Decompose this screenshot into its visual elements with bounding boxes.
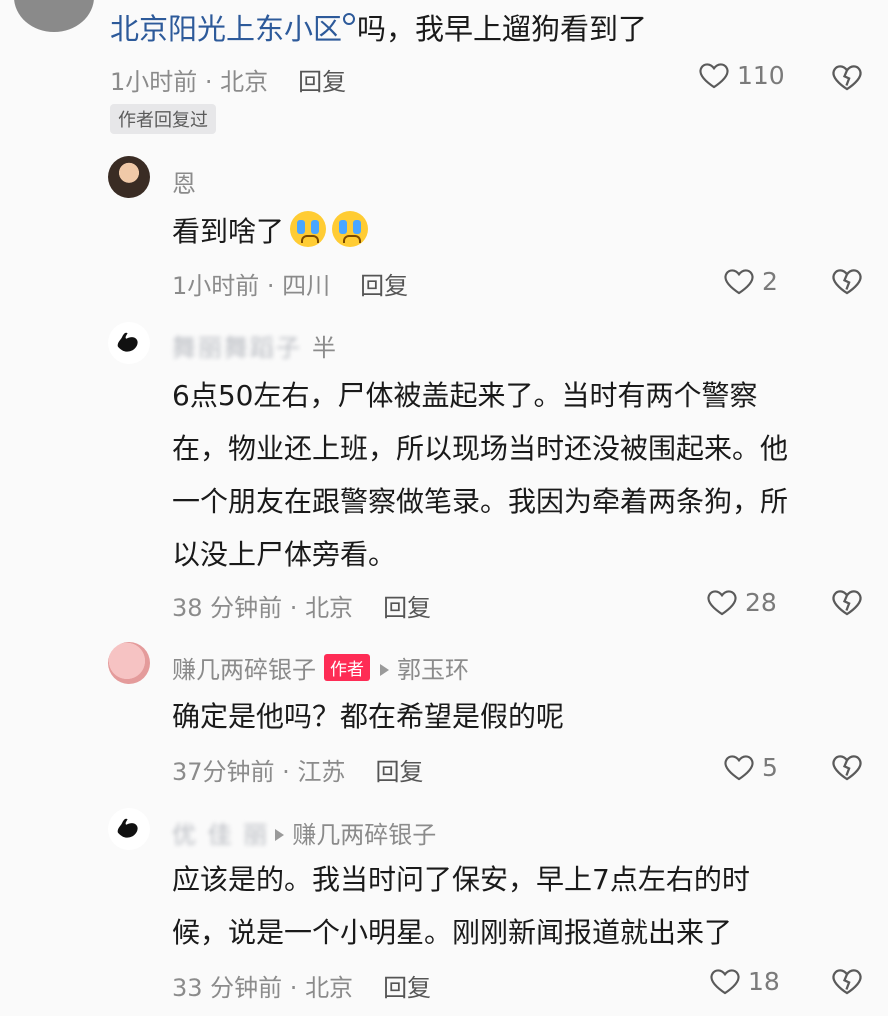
- avatar[interactable]: [108, 642, 150, 684]
- reply-button[interactable]: 回复: [375, 758, 423, 786]
- comment-meta: 1小时前 · 北京 回复: [110, 68, 347, 96]
- comment-text: 北京阳光上东小区 吗，我早上遛狗看到了: [110, 12, 648, 46]
- reply-meta: 37分钟前 · 江苏 回复: [172, 758, 424, 786]
- search-icon: [343, 13, 356, 25]
- heart-icon: [699, 63, 729, 89]
- reply-button[interactable]: 回复: [360, 272, 408, 300]
- reply-meta: 33 分钟前 · 北京 回复: [172, 974, 432, 1002]
- like-count: 2: [762, 266, 778, 296]
- dislike-icon[interactable]: [830, 750, 864, 784]
- heart-icon: [710, 969, 740, 995]
- reply-arrow-icon: [275, 829, 285, 841]
- reply-text: 6点50左右，尸体被盖起来了。当时有两个警察 在，物业还上班，所以现场当时还没被…: [172, 379, 789, 571]
- like-button[interactable]: 110: [697, 58, 785, 92]
- like-button[interactable]: 18: [708, 964, 780, 998]
- username[interactable]: 赚几两碎银子 作者 郭玉环: [172, 650, 469, 685]
- like-button[interactable]: 28: [705, 585, 777, 619]
- author-replied-badge: 作者回复过: [110, 104, 216, 134]
- dislike-icon[interactable]: [830, 264, 864, 298]
- location-link[interactable]: 北京阳光上东小区: [110, 12, 342, 46]
- like-count: 5: [762, 752, 778, 782]
- reply-arrow-icon: [380, 664, 389, 676]
- like-button[interactable]: 2: [722, 264, 778, 298]
- reply-meta: 1小时前 · 四川 回复: [172, 272, 409, 300]
- avatar[interactable]: [108, 156, 150, 198]
- reply-button[interactable]: 回复: [383, 974, 431, 1002]
- reply-text: 应该是的。我当时问了保安，早上7点左右的时 候，说是一个小明星。刚刚新闻报道就出…: [172, 863, 750, 949]
- dislike-icon[interactable]: [830, 964, 864, 998]
- avatar[interactable]: [108, 322, 150, 364]
- heart-icon: [724, 269, 754, 295]
- author-badge: 作者: [324, 654, 370, 681]
- reply-meta: 38 分钟前 · 北京 回复: [172, 594, 432, 622]
- reply-text: 看到啥了: [172, 205, 369, 258]
- username[interactable]: 优 佳 丽赚几两碎银子: [172, 815, 436, 850]
- like-button[interactable]: 5: [722, 750, 778, 784]
- avatar[interactable]: [108, 808, 150, 850]
- dislike-icon[interactable]: [830, 60, 864, 94]
- crying-emoji-icon: [332, 211, 369, 247]
- heart-icon: [724, 755, 754, 781]
- reply-text: 确定是他吗？都在希望是假的呢: [172, 700, 565, 733]
- reply-button[interactable]: 回复: [298, 68, 346, 96]
- crying-emoji-icon: [290, 211, 327, 247]
- hand-gesture-icon: [117, 818, 138, 838]
- hand-gesture-icon: [117, 332, 138, 352]
- username[interactable]: 舞丽舞蹈子半: [172, 328, 336, 363]
- like-count: 28: [745, 587, 777, 617]
- reply-to-username[interactable]: 赚几两碎银子: [292, 821, 436, 849]
- like-count: 110: [737, 60, 785, 90]
- heart-icon: [707, 590, 737, 616]
- reply-button[interactable]: 回复: [383, 594, 431, 622]
- like-count: 18: [748, 966, 780, 996]
- reply-to-username[interactable]: 郭玉环: [397, 656, 469, 684]
- username[interactable]: 恩: [172, 164, 196, 199]
- avatar[interactable]: [14, 0, 94, 32]
- dislike-icon[interactable]: [830, 585, 864, 619]
